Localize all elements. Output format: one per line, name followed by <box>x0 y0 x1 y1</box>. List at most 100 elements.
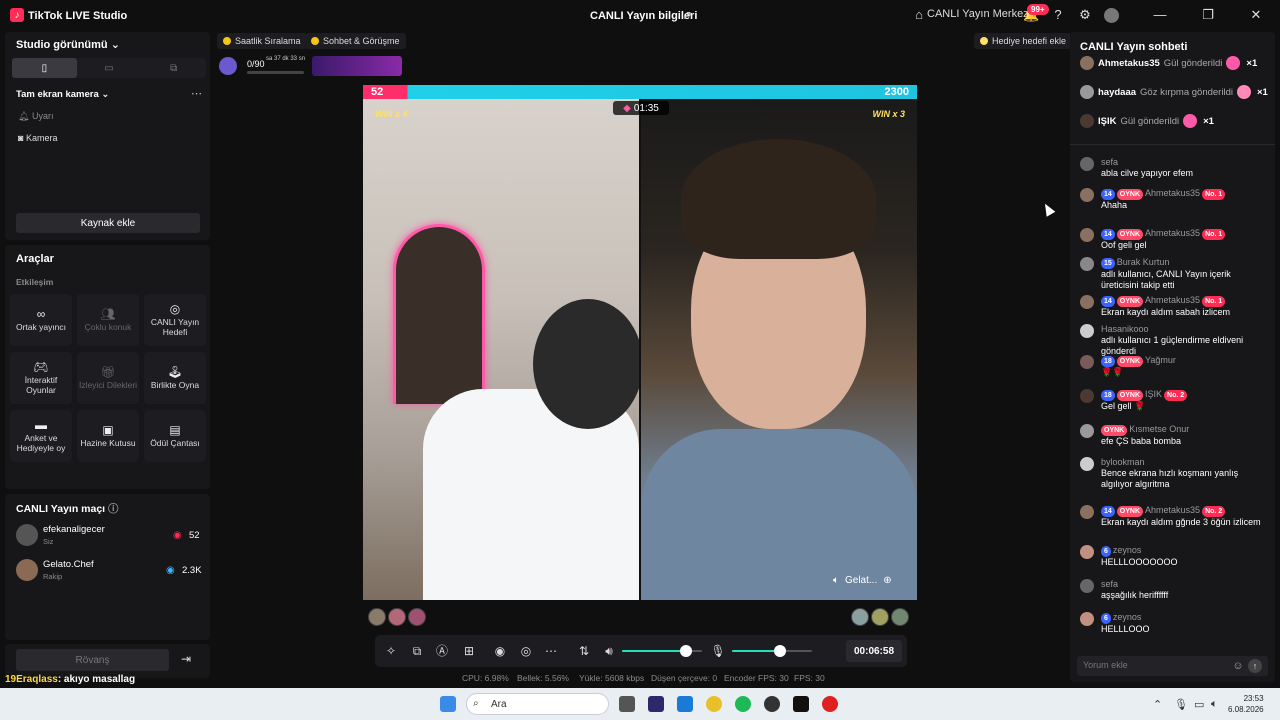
system-clock[interactable]: 23:53 6.08.2026 <box>1228 693 1264 715</box>
avatar[interactable] <box>1080 579 1094 593</box>
avatar[interactable] <box>408 608 426 626</box>
exit-icon[interactable]: ⇥ <box>181 652 191 666</box>
volume-icon[interactable]: 🔈︎ <box>1211 698 1218 711</box>
portrait-layout-icon[interactable]: ▯ <box>12 58 77 78</box>
live-center-link[interactable]: CANLI Yayın Merkezi <box>927 8 1031 20</box>
multi-layout-icon[interactable]: ⧉ <box>141 58 206 78</box>
app-icon[interactable] <box>764 696 780 712</box>
tool-co-host[interactable]: ∞ Ortak yayıncı <box>10 294 72 346</box>
opponent-pill[interactable]: 🔈︎ Gelat... ⊕ <box>833 575 892 586</box>
taskbar-search[interactable]: Ara <box>466 693 609 715</box>
avatar[interactable] <box>1080 389 1094 403</box>
chat-username[interactable]: bylookman <box>1101 457 1145 467</box>
chat-username[interactable]: Ahmetakus35 <box>1145 505 1200 515</box>
chat-tag[interactable]: Sohbet & Görüşme <box>305 33 406 49</box>
tray-expand-icon[interactable]: ⌃ <box>1153 698 1162 711</box>
profile-avatar[interactable] <box>1104 8 1119 23</box>
avatar[interactable] <box>1080 228 1094 242</box>
tool-treasure-box[interactable]: ▣ Hazine Kutusu <box>77 410 139 462</box>
chat-username[interactable]: IŞIK <box>1145 389 1162 399</box>
avatar[interactable] <box>1080 355 1094 369</box>
avatar[interactable] <box>1080 545 1094 559</box>
magic-icon[interactable]: ✧ <box>383 643 399 659</box>
avatar[interactable] <box>1080 157 1094 171</box>
close-icon[interactable]: ✕ <box>1248 7 1264 23</box>
chat-username[interactable]: zeynos <box>1113 612 1142 622</box>
help-icon[interactable]: ? <box>1050 7 1066 23</box>
emoji-icon[interactable]: ☺ <box>1231 659 1245 673</box>
mic-tray-icon[interactable]: 🎙︎ <box>1174 698 1188 711</box>
more-options-icon[interactable]: ⋯ <box>191 87 202 100</box>
avatar[interactable] <box>1080 257 1094 271</box>
tool-play-together[interactable]: 🕹︎ Birlikte Oyna <box>144 352 206 404</box>
chat-username[interactable]: Ahmetakus35 <box>1145 228 1200 238</box>
chat-username[interactable]: Ahmetakus35 <box>1145 188 1200 198</box>
chat-username[interactable]: zeynos <box>1113 545 1142 555</box>
restore-icon[interactable]: ❐ <box>1200 7 1216 23</box>
speaker-icon[interactable]: 🔊︎ <box>601 643 617 659</box>
add-source-button[interactable]: Kaynak ekle <box>16 213 200 233</box>
tool-interactive-games[interactable]: 🎮︎ İnteraktif Oyunlar <box>10 352 72 404</box>
outlook-icon[interactable] <box>677 696 693 712</box>
mic-knob[interactable] <box>774 645 786 657</box>
chat-username[interactable]: Yağmur <box>1145 355 1176 365</box>
adobe-icon[interactable] <box>648 696 664 712</box>
task-view-icon[interactable] <box>619 696 635 712</box>
tool-poll[interactable]: ▬ Anket ve Hediyeyle oy <box>10 410 72 462</box>
gear-icon[interactable]: ⚙ <box>1077 7 1093 23</box>
tool-live-goal[interactable]: ◎ CANLI Yayın Hedefi <box>144 294 206 346</box>
chat-username[interactable]: sefa <box>1101 157 1118 167</box>
chat-username[interactable]: Ahmetakus35 <box>1145 295 1200 305</box>
equalizer-icon[interactable]: ⇅ <box>576 643 592 659</box>
share-icon[interactable]: ↗ <box>682 8 696 22</box>
capture-icon[interactable]: ◎ <box>518 643 534 659</box>
gift-goal-tag[interactable]: Hediye hedefi ekle <box>974 33 1073 49</box>
spotify-icon[interactable] <box>735 696 751 712</box>
chat-username[interactable]: Burak Kurtun <box>1117 257 1170 267</box>
avatar[interactable] <box>891 608 909 626</box>
add-icon[interactable]: ⊕ <box>883 575 891 586</box>
ai-icon[interactable]: Ⓐ <box>434 643 450 659</box>
chat-username[interactable]: Hasanikooo <box>1101 324 1149 334</box>
hourly-ranking-tag[interactable]: Saatlik Sıralama <box>217 33 307 49</box>
network-icon[interactable]: ▭ <box>1194 698 1204 711</box>
landscape-layout-icon[interactable]: ▭ <box>77 58 142 78</box>
mini-stat-sub: sa 37 dk 33 sn <box>266 56 306 62</box>
avatar[interactable] <box>368 608 386 626</box>
avatar[interactable] <box>1080 505 1094 519</box>
more-icon[interactable]: ⋯ <box>543 643 559 659</box>
tiktok-icon[interactable] <box>793 696 809 712</box>
avatar[interactable] <box>1080 457 1094 471</box>
scene-dropdown[interactable]: Tam ekran kamera ⌄ <box>16 89 109 100</box>
avatar[interactable] <box>388 608 406 626</box>
avatar[interactable] <box>851 608 869 626</box>
tool-viewer-wishes[interactable]: 🎁︎ İzleyici Dilekleri <box>77 352 139 404</box>
avatar[interactable] <box>1080 295 1094 309</box>
promo-banner[interactable] <box>312 56 402 76</box>
windows-start-icon[interactable] <box>440 696 456 712</box>
avatar[interactable] <box>871 608 889 626</box>
tool-multi-guest[interactable]: 👥︎ Çoklu konuk <box>77 294 139 346</box>
source-item-camera[interactable]: ◙ Kamera <box>18 133 57 143</box>
record-icon[interactable]: ◉ <box>492 643 508 659</box>
avatar[interactable] <box>1080 424 1094 438</box>
tiktok-live-studio-icon[interactable] <box>822 696 838 712</box>
chrome-icon[interactable] <box>706 696 722 712</box>
microphone-icon[interactable]: 🎙︎ <box>710 643 726 659</box>
chat-username[interactable]: Kısmetse Onur <box>1129 424 1189 434</box>
send-icon[interactable]: ↑ <box>1248 659 1262 673</box>
live-match-panel: CANLI Yayın maçı ⓘ efekanaligecer Siz ◉ … <box>5 494 210 640</box>
avatar[interactable] <box>1080 188 1094 202</box>
effects-icon[interactable]: ⧉ <box>409 643 425 659</box>
tool-reward-bag[interactable]: ▤ Ödül Çantası <box>144 410 206 462</box>
avatar[interactable] <box>1080 324 1094 338</box>
minimize-icon[interactable]: — <box>1152 7 1168 23</box>
source-item-alert[interactable]: 🔔︎ Uyarı <box>18 111 53 122</box>
rematch-button[interactable]: Rövanş <box>16 649 169 671</box>
chat-username[interactable]: sefa <box>1101 579 1118 589</box>
gift-user: IŞIK <box>1098 115 1117 127</box>
studio-view-dropdown[interactable]: Studio görünümü ⌄ <box>16 38 120 51</box>
volume-knob[interactable] <box>680 645 692 657</box>
avatar[interactable] <box>1080 612 1094 626</box>
add-media-icon[interactable]: ⊞ <box>461 643 477 659</box>
